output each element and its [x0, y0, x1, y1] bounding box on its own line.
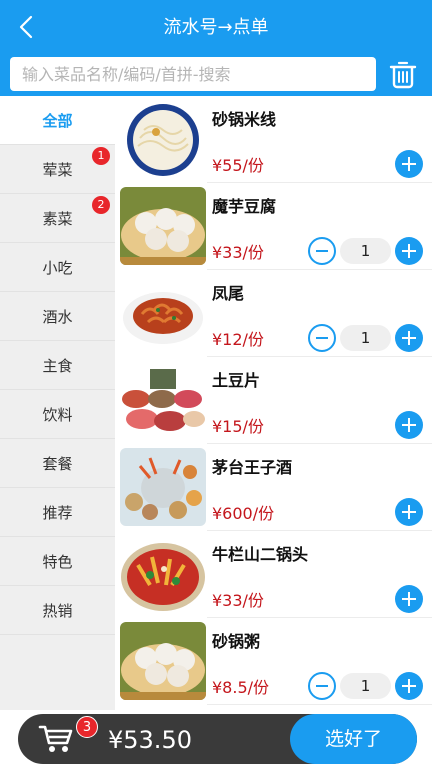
- category-label: 小吃: [42, 258, 73, 277]
- category-label: 推荐: [42, 503, 73, 522]
- category-recommended[interactable]: 推荐: [0, 488, 115, 537]
- decrease-button[interactable]: [308, 237, 336, 265]
- list-item: 牛栏山二锅头 ¥33/份: [115, 531, 432, 618]
- category-hot-sale[interactable]: 热销: [0, 586, 115, 635]
- cart-footer: 3 ¥53.50 选好了: [18, 714, 417, 764]
- category-set-meal[interactable]: 套餐: [0, 439, 115, 488]
- list-item: 土豆片 ¥15/份: [115, 357, 432, 444]
- cart-count-badge: 3: [76, 716, 98, 738]
- category-label: 主食: [42, 356, 73, 375]
- dish-image: [120, 187, 206, 265]
- add-button[interactable]: [395, 498, 423, 526]
- dish-name: 凤尾: [212, 284, 245, 303]
- search-bar: [0, 54, 432, 96]
- quantity-value: 1: [340, 325, 391, 351]
- decrease-button[interactable]: [308, 672, 336, 700]
- category-beverage[interactable]: 饮料: [0, 390, 115, 439]
- dish-image: [120, 535, 206, 613]
- category-label: 荤菜: [42, 160, 73, 179]
- dish-name: 茅台王子酒: [212, 458, 293, 477]
- dish-image: [120, 100, 206, 178]
- category-label: 素菜: [42, 209, 73, 228]
- category-special[interactable]: 特色: [0, 537, 115, 586]
- category-count-badge: 2: [92, 196, 110, 214]
- category-label: 饮料: [42, 405, 73, 424]
- add-button[interactable]: [395, 150, 423, 178]
- list-item: 茅台王子酒 ¥600/份: [115, 444, 432, 531]
- category-snack[interactable]: 小吃: [0, 243, 115, 292]
- divider: [207, 704, 432, 705]
- page-title: 流水号→点单: [163, 17, 269, 38]
- dish-name: 砂锅粥: [212, 632, 261, 651]
- add-button[interactable]: [395, 585, 423, 613]
- cart-total: ¥53.50: [108, 726, 192, 754]
- category-count-badge: 1: [92, 147, 110, 165]
- category-vegetable[interactable]: 素菜 2: [0, 194, 115, 243]
- add-button[interactable]: [395, 672, 423, 700]
- dish-price: ¥600/份: [212, 504, 275, 523]
- dish-price: ¥12/份: [212, 330, 264, 349]
- category-staple[interactable]: 主食: [0, 341, 115, 390]
- list-item: 砂锅粥 ¥8.5/份 1: [115, 618, 432, 705]
- category-label: 套餐: [42, 454, 73, 473]
- header-bar: 流水号→点单: [0, 0, 432, 54]
- dish-image: [120, 361, 206, 439]
- checkout-button[interactable]: 选好了: [290, 714, 417, 764]
- category-label: 特色: [42, 552, 73, 571]
- category-label: 热销: [42, 601, 73, 620]
- dish-name: 砂锅米线: [212, 110, 277, 129]
- add-button[interactable]: [395, 237, 423, 265]
- category-label: 全部: [42, 111, 73, 130]
- category-sidebar: 全部 荤菜 1 素菜 2 小吃 酒水 主食 饮料 套餐 推荐 特色 热销: [0, 96, 115, 710]
- dish-price: ¥8.5/份: [212, 678, 270, 697]
- dish-name: 土豆片: [212, 371, 261, 390]
- list-item: 凤尾 ¥12/份 1: [115, 270, 432, 357]
- dish-image: [120, 274, 206, 352]
- category-all[interactable]: 全部: [0, 96, 115, 145]
- dish-name: 牛栏山二锅头: [212, 545, 309, 564]
- dish-price: ¥55/份: [212, 156, 264, 175]
- list-item: 砂锅米线 ¥55/份: [115, 96, 432, 183]
- dish-list: 砂锅米线 ¥55/份 魔芋豆腐 ¥33/份 1 凤尾 ¥12/份 1 土豆片 ¥…: [115, 96, 432, 710]
- dish-image: [120, 448, 206, 526]
- quantity-value: 1: [340, 238, 391, 264]
- quantity-value: 1: [340, 673, 391, 699]
- category-drinks-alcohol[interactable]: 酒水: [0, 292, 115, 341]
- dish-name: 魔芋豆腐: [212, 197, 277, 216]
- dish-price: ¥15/份: [212, 417, 264, 436]
- trash-icon[interactable]: [386, 57, 420, 91]
- list-item: 魔芋豆腐 ¥33/份 1: [115, 183, 432, 270]
- decrease-button[interactable]: [308, 324, 336, 352]
- search-input[interactable]: [10, 57, 376, 91]
- shopping-cart-icon[interactable]: [38, 723, 74, 755]
- category-meat[interactable]: 荤菜 1: [0, 145, 115, 194]
- dish-price: ¥33/份: [212, 243, 264, 262]
- category-label: 酒水: [42, 307, 73, 326]
- add-button[interactable]: [395, 324, 423, 352]
- dish-image: [120, 622, 206, 700]
- add-button[interactable]: [395, 411, 423, 439]
- dish-price: ¥33/份: [212, 591, 264, 610]
